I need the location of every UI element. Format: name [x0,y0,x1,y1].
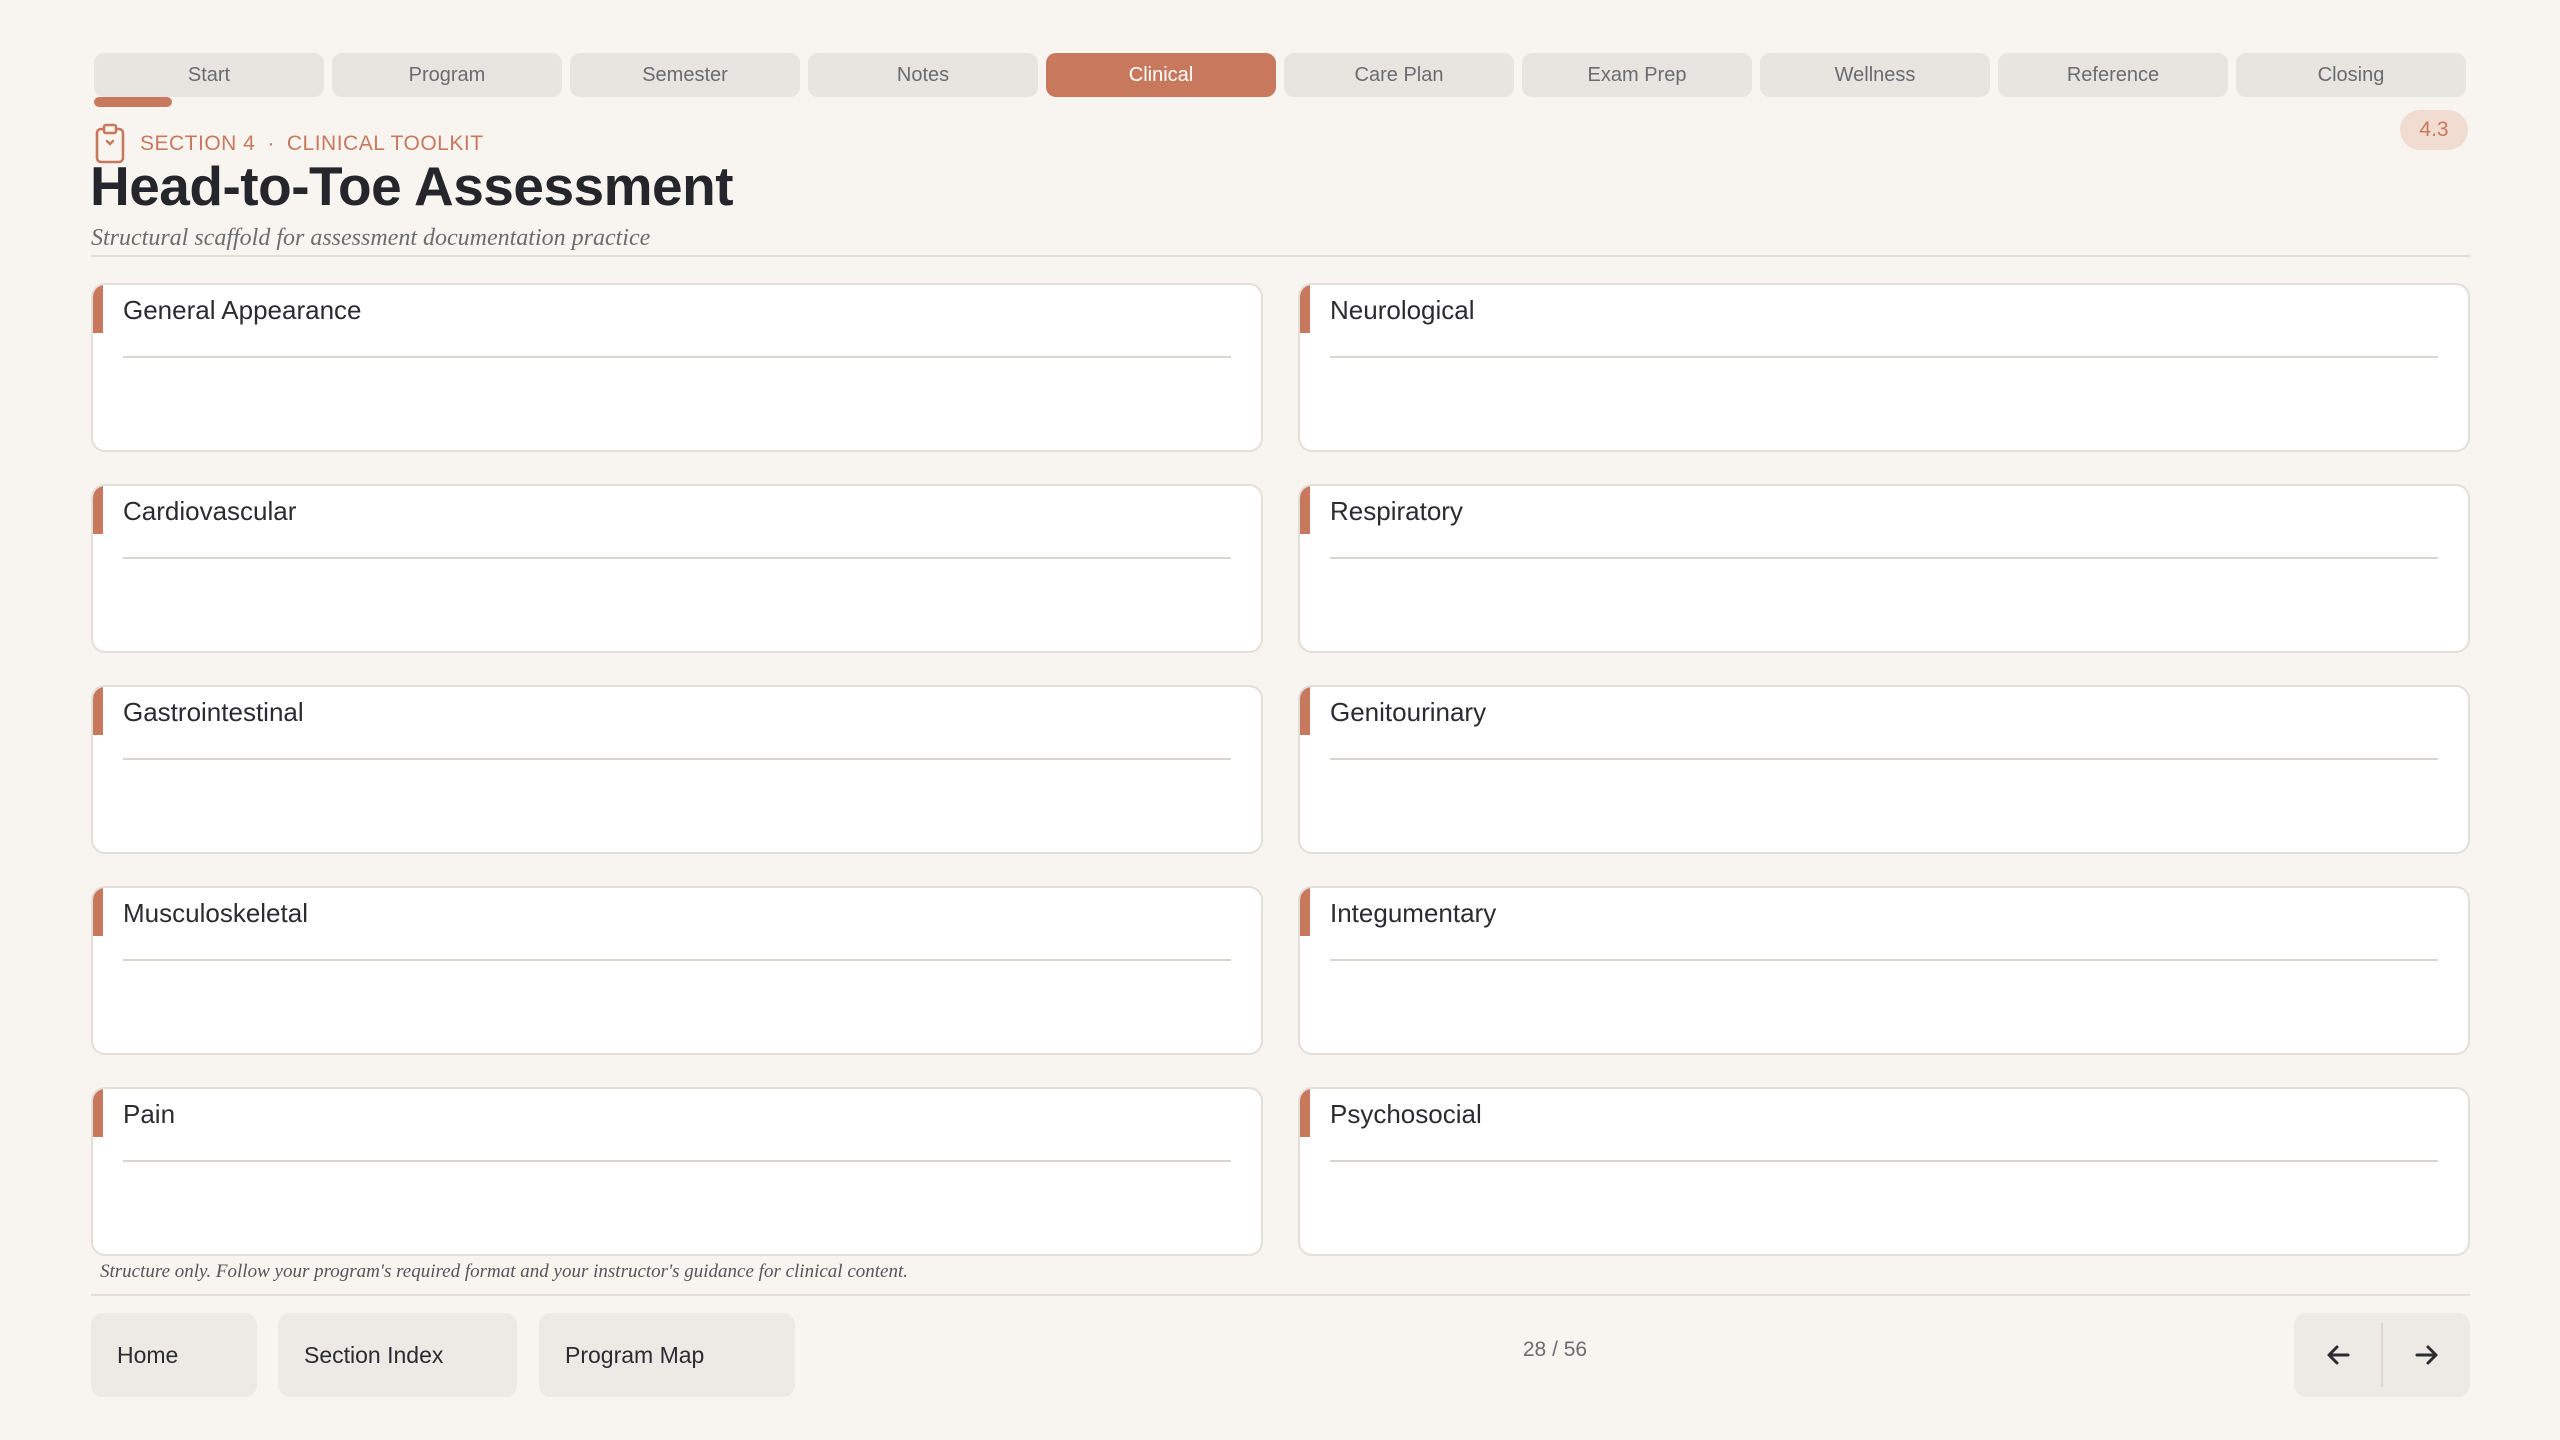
card-rule [1330,1160,2438,1162]
header-divider [91,255,2470,257]
tab-wellness[interactable]: Wellness [1760,53,1990,97]
section-category: CLINICAL TOOLKIT [286,132,484,155]
card-title: Respiratory [1330,496,1463,526]
card-respiratory[interactable]: Respiratory [1298,484,2470,653]
card-accent [1300,285,1310,333]
section-tabs: Start Program Semester Notes Clinical Ca… [94,53,2466,97]
card-rule [123,959,1231,961]
card-accent [93,486,103,534]
tab-start[interactable]: Start [94,53,324,97]
card-accent [93,285,103,333]
card-pain[interactable]: Pain [91,1087,1263,1256]
next-page-button[interactable] [2383,1313,2470,1397]
card-genitourinary[interactable]: Genitourinary [1298,685,2470,854]
page-navigation [2294,1313,2470,1397]
tab-closing[interactable]: Closing [2236,53,2466,97]
home-button[interactable]: Home [91,1313,257,1397]
card-rule [1330,959,2438,961]
previous-page-button[interactable] [2294,1313,2381,1397]
card-title: Genitourinary [1330,697,1487,727]
card-title: General Appearance [123,295,362,325]
card-gastrointestinal[interactable]: Gastrointestinal [91,685,1263,854]
card-general-appearance[interactable]: General Appearance [91,283,1263,452]
tab-semester[interactable]: Semester [570,53,800,97]
disclaimer-note: Structure only. Follow your program's re… [100,1261,909,1282]
tab-care-plan[interactable]: Care Plan [1284,53,1514,97]
section-eyebrow-text: SECTION 4 · CLINICAL TOOLKIT [140,132,484,156]
page-title: Head-to-Toe Assessment [90,155,734,217]
assessment-grid: General Appearance Neurological Cardiova… [91,283,2470,1256]
card-rule [123,356,1231,358]
card-rule [123,758,1231,760]
card-rule [123,557,1231,559]
card-accent [93,687,103,735]
card-accent [1300,1089,1310,1137]
tab-program[interactable]: Program [332,53,562,97]
card-accent [93,1089,103,1137]
card-title: Integumentary [1330,898,1497,928]
card-rule [1330,557,2438,559]
card-psychosocial[interactable]: Psychosocial [1298,1087,2470,1256]
card-title: Gastrointestinal [123,697,304,727]
progress-fill [94,97,173,107]
card-neurological[interactable]: Neurological [1298,283,2470,452]
card-title: Pain [123,1099,176,1129]
program-map-button[interactable]: Program Map [539,1313,795,1397]
footer-divider [91,1294,2470,1296]
section-label: SECTION 4 [140,132,256,155]
card-accent [1300,687,1310,735]
page-counter: 28 / 56 [1522,1338,1588,1361]
tab-notes[interactable]: Notes [808,53,1038,97]
progress-track [94,97,2466,107]
card-accent [1300,486,1310,534]
card-title: Psychosocial [1330,1099,1482,1129]
card-rule [1330,356,2438,358]
card-rule [1330,758,2438,760]
eyebrow-separator: · [267,132,275,155]
tab-exam-prep[interactable]: Exam Prep [1522,53,1752,97]
tab-clinical[interactable]: Clinical [1046,53,1276,97]
section-index-button[interactable]: Section Index [278,1313,517,1397]
card-cardiovascular[interactable]: Cardiovascular [91,484,1263,653]
arrow-left-icon [2327,1345,2349,1365]
tab-reference[interactable]: Reference [1998,53,2228,97]
arrow-right-icon [2415,1345,2437,1365]
card-title: Cardiovascular [123,496,297,526]
card-accent [93,888,103,936]
card-rule [123,1160,1231,1162]
card-musculoskeletal[interactable]: Musculoskeletal [91,886,1263,1055]
card-title: Neurological [1330,295,1475,325]
card-title: Musculoskeletal [123,898,308,928]
section-number-badge: 4.3 [2400,110,2468,150]
card-accent [1300,888,1310,936]
page-subtitle: Structural scaffold for assessment docum… [91,225,651,251]
card-integumentary[interactable]: Integumentary [1298,886,2470,1055]
